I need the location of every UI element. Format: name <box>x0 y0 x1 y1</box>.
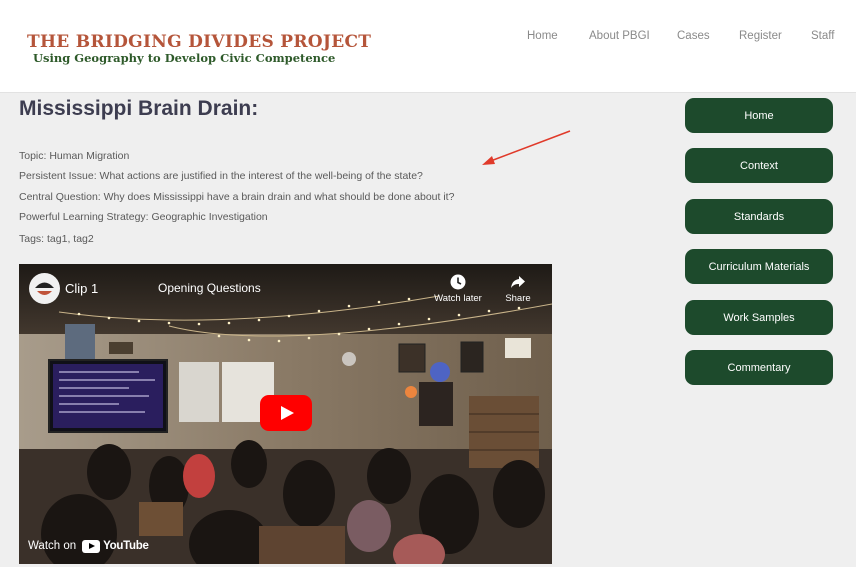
sidebar-button-home[interactable]: Home <box>685 98 833 133</box>
video-title[interactable]: Opening Questions <box>158 281 261 295</box>
share-arrow-icon <box>511 276 525 288</box>
youtube-play-icon[interactable] <box>260 395 312 431</box>
sidebar-button-curriculum-materials[interactable]: Curriculum Materials <box>685 249 833 284</box>
nav-staff[interactable]: Staff <box>811 30 834 42</box>
share-label: Share <box>505 293 531 304</box>
watch-on-youtube-link[interactable]: Watch on YouTube <box>28 537 149 555</box>
topic-text: Topic: Human Migration <box>19 150 130 162</box>
channel-avatar[interactable] <box>29 273 60 304</box>
nav-cases[interactable]: Cases <box>677 30 710 42</box>
persistent-issue-text: Persistent Issue: What actions are justi… <box>19 170 423 182</box>
red-annotation-arrow-icon <box>482 130 571 165</box>
sidebar-button-standards[interactable]: Standards <box>685 199 833 234</box>
video-player[interactable]: Clip 1 Opening Questions Watch later Sha… <box>19 264 552 564</box>
sidebar-button-context[interactable]: Context <box>685 148 833 183</box>
nav-register[interactable]: Register <box>739 30 782 42</box>
watch-on-label: Watch on <box>28 540 77 552</box>
watch-later-button[interactable]: Watch later <box>431 274 485 304</box>
tags-text: Tags: tag1, tag2 <box>19 233 94 245</box>
nav-about-pbgi[interactable]: About PBGI <box>589 30 650 42</box>
nav-home[interactable]: Home <box>527 30 558 42</box>
youtube-logo-icon <box>82 539 101 553</box>
video-channel-title[interactable]: Clip 1 <box>65 281 98 296</box>
logo-title: THE BRIDGING DIVIDES PROJECT <box>27 32 372 52</box>
page-title: Mississippi Brain Drain: <box>19 97 259 120</box>
central-question-text: Central Question: Why does Mississippi h… <box>19 191 455 203</box>
learning-strategy-text: Powerful Learning Strategy: Geographic I… <box>19 211 268 223</box>
youtube-label: YouTube <box>103 540 149 552</box>
watch-later-label: Watch later <box>434 293 482 304</box>
share-button[interactable]: Share <box>491 274 545 304</box>
site-logo[interactable]: THE BRIDGING DIVIDES PROJECT Using Geogr… <box>27 33 371 65</box>
logo-subtitle: Using Geography to Develop Civic Compete… <box>33 51 336 65</box>
site-header: THE BRIDGING DIVIDES PROJECT Using Geogr… <box>0 0 856 93</box>
sidebar-button-work-samples[interactable]: Work Samples <box>685 300 833 335</box>
channel-logo-icon <box>35 282 54 295</box>
sidebar-button-commentary[interactable]: Commentary <box>685 350 833 385</box>
clock-icon <box>450 274 466 290</box>
